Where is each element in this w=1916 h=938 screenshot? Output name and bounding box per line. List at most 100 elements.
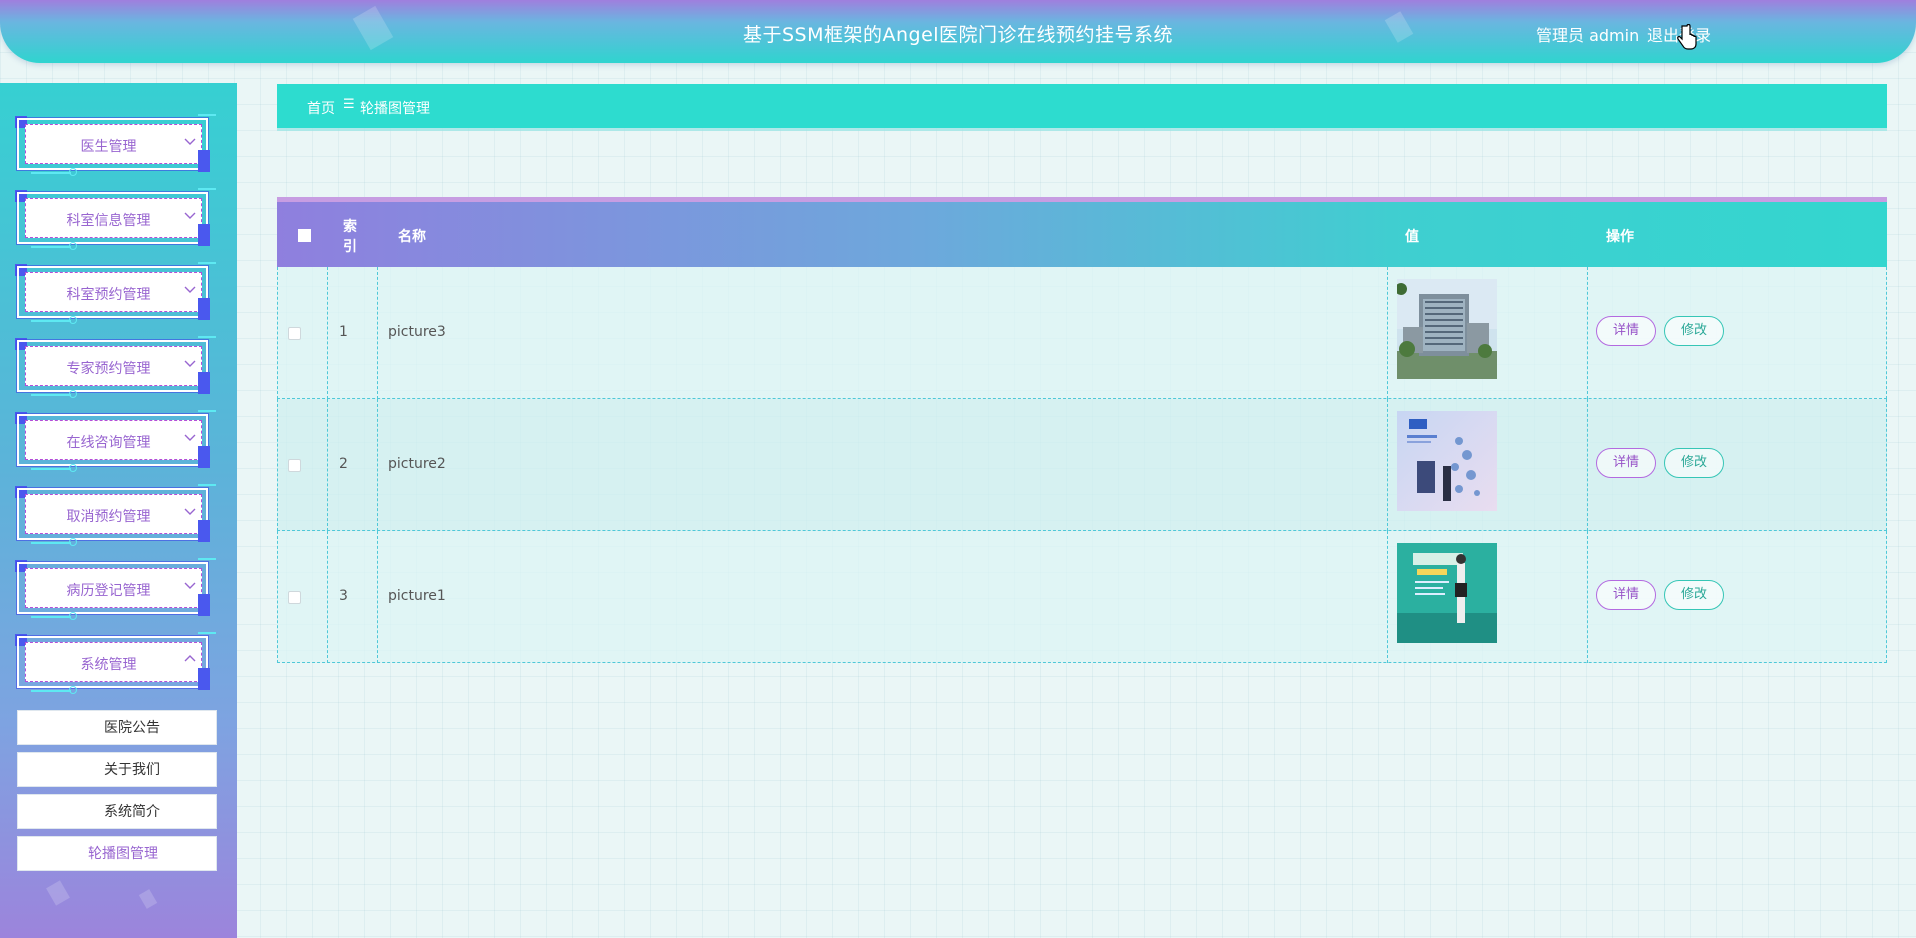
menu-dot-decoration <box>69 612 77 620</box>
row-checkbox[interactable] <box>288 459 301 472</box>
menu-line-decoration <box>198 114 216 116</box>
sidebar-menu-label: 病历登记管理 <box>66 583 151 599</box>
row-checkbox[interactable] <box>288 327 301 340</box>
menu-line-decoration <box>31 616 71 618</box>
sidebar-menu-label: 系统管理 <box>80 657 137 673</box>
sidebar-menu-label: 科室信息管理 <box>66 213 151 229</box>
chevron-up-icon <box>184 655 196 662</box>
sidebar-menu-item[interactable]: 取消预约管理 <box>15 484 216 546</box>
chevron-down-icon <box>184 508 196 515</box>
menu-line-decoration <box>31 690 71 692</box>
chevron-down-icon <box>184 212 196 219</box>
column-divider <box>277 399 278 531</box>
row-name: picture2 <box>388 456 446 472</box>
row-index: 2 <box>339 456 348 472</box>
edit-button[interactable]: 修改 <box>1664 448 1724 478</box>
top-header: 基于SSM框架的Angel医院门诊在线预约挂号系统 管理员 admin 退出登录 <box>0 0 1916 63</box>
header-checkbox-cell <box>277 202 327 267</box>
column-divider <box>327 399 328 531</box>
row-name: picture1 <box>388 588 446 604</box>
select-all-checkbox[interactable] <box>298 229 311 242</box>
row-name: picture3 <box>388 324 446 340</box>
row-index: 1 <box>339 324 348 340</box>
menu-line-decoration <box>31 320 71 322</box>
column-divider <box>1886 531 1887 663</box>
chevron-down-icon <box>184 360 196 367</box>
breadcrumb-home[interactable]: 首页 <box>307 98 335 118</box>
column-divider <box>1587 267 1588 399</box>
column-divider <box>377 267 378 399</box>
detail-button[interactable]: 详情 <box>1596 580 1656 610</box>
teal-poster-image <box>1397 543 1497 643</box>
chevron-down-icon <box>184 582 196 589</box>
menu-dot-decoration <box>69 168 77 176</box>
menu-dot-decoration <box>69 390 77 398</box>
menu-line-decoration <box>198 558 216 560</box>
sidebar-menu-label: 医生管理 <box>80 139 137 155</box>
table-header: 索引 名称 值 操作 <box>277 202 1887 267</box>
hospital-building-image <box>1397 279 1497 379</box>
menu-dot-decoration <box>69 464 77 472</box>
column-divider <box>1587 531 1588 663</box>
menu-line-decoration <box>31 542 71 544</box>
table-row: 1 picture3 详情 修改 <box>277 267 1887 399</box>
sidebar-menu-label: 在线咨询管理 <box>66 435 151 451</box>
column-divider <box>277 267 278 399</box>
chevron-down-icon <box>184 286 196 293</box>
submenu-item-carousel-management[interactable]: 轮播图管理 <box>17 836 217 871</box>
row-checkbox[interactable] <box>288 591 301 604</box>
column-divider <box>1886 267 1887 399</box>
column-divider <box>1587 399 1588 531</box>
current-user: 管理员 admin <box>1536 26 1640 45</box>
sidebar-decoration <box>46 880 70 906</box>
sidebar-menu-item[interactable]: 专家预约管理 <box>15 336 216 398</box>
breadcrumb-separator-icon: ☰ <box>343 97 355 112</box>
submenu-item-system-intro[interactable]: 系统简介 <box>17 794 217 829</box>
column-divider <box>327 267 328 399</box>
table-row: 3 picture1 详情 修改 <box>277 531 1887 663</box>
column-divider <box>1387 531 1388 663</box>
sidebar-menu-item[interactable]: 系统管理 <box>15 632 216 694</box>
detail-button[interactable]: 详情 <box>1596 316 1656 346</box>
menu-line-decoration <box>198 632 216 634</box>
menu-line-decoration <box>31 394 71 396</box>
column-divider <box>277 531 278 663</box>
detail-button[interactable]: 详情 <box>1596 448 1656 478</box>
column-divider <box>377 399 378 531</box>
sidebar-menu-item[interactable]: 科室信息管理 <box>15 188 216 250</box>
menu-line-decoration <box>198 410 216 412</box>
sidebar-menu-item[interactable]: 科室预约管理 <box>15 262 216 324</box>
medical-poster-image <box>1397 411 1497 511</box>
sidebar-menu-item[interactable]: 在线咨询管理 <box>15 410 216 472</box>
sidebar-menu-item[interactable]: 病历登记管理 <box>15 558 216 620</box>
column-divider <box>1387 267 1388 399</box>
menu-dot-decoration <box>69 686 77 694</box>
chevron-down-icon <box>184 434 196 441</box>
sidebar-menu-label: 取消预约管理 <box>66 509 151 525</box>
edit-button[interactable]: 修改 <box>1664 580 1724 610</box>
menu-line-decoration <box>198 188 216 190</box>
submenu-item-hospital-notice[interactable]: 医院公告 <box>17 710 217 745</box>
menu-line-decoration <box>31 246 71 248</box>
column-divider <box>377 531 378 663</box>
sidebar-decoration <box>138 889 158 909</box>
menu-line-decoration <box>31 172 71 174</box>
column-divider <box>327 531 328 663</box>
sidebar-menu-label: 专家预约管理 <box>66 361 151 377</box>
menu-dot-decoration <box>69 538 77 546</box>
menu-dot-decoration <box>69 242 77 250</box>
submenu-item-about-us[interactable]: 关于我们 <box>17 752 217 787</box>
menu-dot-decoration <box>69 316 77 324</box>
menu-line-decoration <box>198 262 216 264</box>
breadcrumb: 首页 ☰ 轮播图管理 <box>277 84 1887 128</box>
sidebar-menu-item[interactable]: 医生管理 <box>15 114 216 176</box>
breadcrumb-current: 轮播图管理 <box>360 101 430 117</box>
column-divider <box>1387 399 1388 531</box>
column-divider <box>1886 399 1887 531</box>
chevron-down-icon <box>184 138 196 145</box>
table-row: 2 picture2 详情 修改 <box>277 399 1887 531</box>
hand-cursor-icon <box>1677 24 1697 50</box>
menu-line-decoration <box>31 468 71 470</box>
edit-button[interactable]: 修改 <box>1664 316 1724 346</box>
menu-line-decoration <box>198 484 216 486</box>
